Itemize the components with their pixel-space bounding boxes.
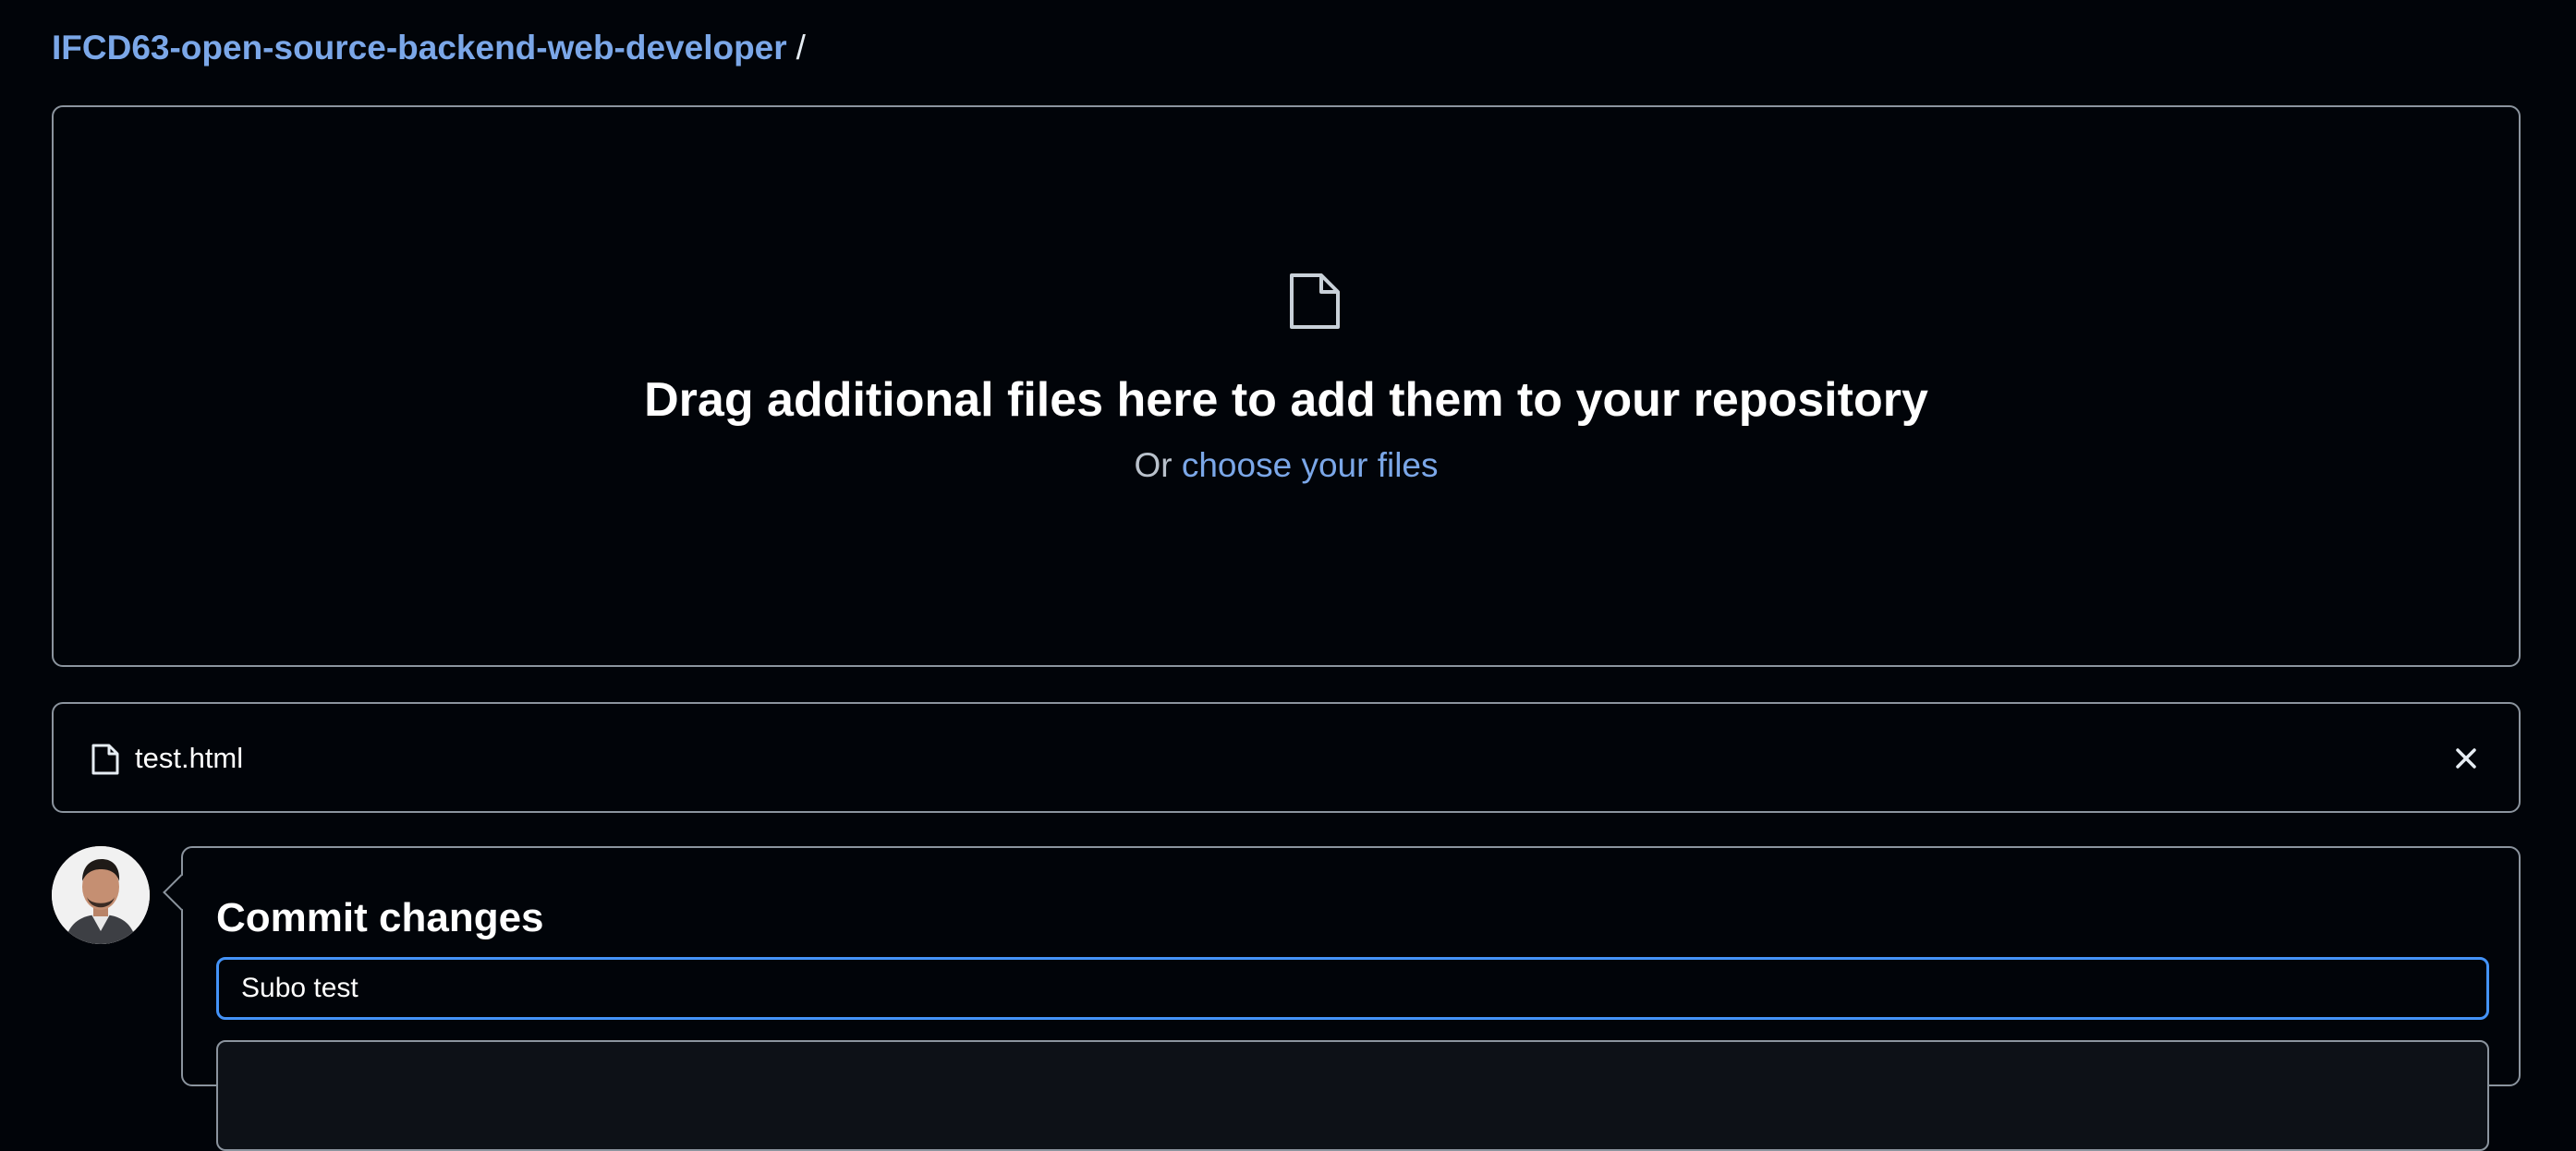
close-icon[interactable] (2445, 737, 2487, 780)
file-icon (91, 744, 119, 775)
avatar[interactable] (52, 846, 150, 944)
uploaded-file-row: test.html (52, 702, 2521, 813)
commit-panel: Commit changes (163, 846, 2521, 1151)
commit-panel-pointer (163, 874, 200, 911)
dropzone-title: Drag additional files here to add them t… (644, 373, 1928, 427)
dropzone-subtitle: Or choose your files (54, 442, 2519, 490)
dropzone-prefix: Or (1134, 446, 1173, 484)
uploaded-file-name: test.html (135, 742, 244, 774)
repo-link[interactable]: IFCD63-open-source-backend-web-developer (52, 29, 787, 67)
file-dropzone[interactable]: Drag additional files here to add them t… (52, 105, 2521, 667)
commit-description-field[interactable] (216, 1040, 2489, 1151)
avatar-image (52, 846, 150, 944)
choose-files-link[interactable]: choose your files (1182, 446, 1439, 484)
commit-message-input[interactable] (216, 957, 2489, 1020)
breadcrumb-separator: / (796, 29, 806, 67)
file-icon (1290, 273, 1340, 329)
breadcrumb: IFCD63-open-source-backend-web-developer… (52, 24, 806, 72)
commit-title: Commit changes (216, 895, 544, 940)
